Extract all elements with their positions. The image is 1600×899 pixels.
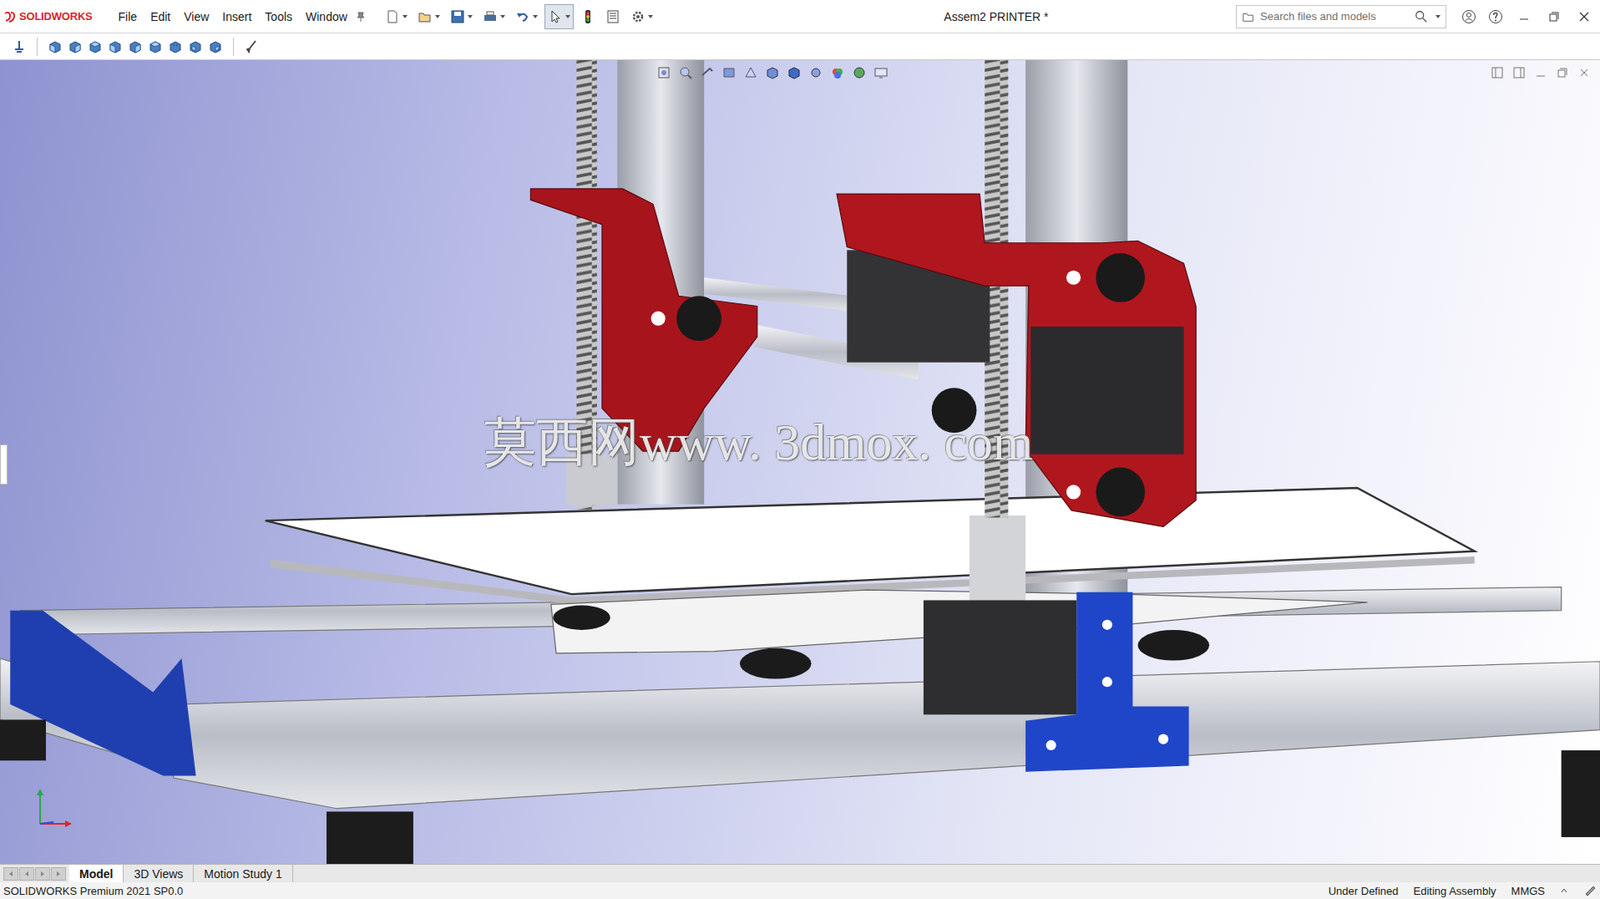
help-icon[interactable] <box>1488 9 1504 25</box>
file-properties-button[interactable] <box>602 4 624 30</box>
open-button[interactable] <box>414 4 444 30</box>
tab-scroll-button[interactable] <box>50 866 66 881</box>
status-item[interactable]: Editing Assembly <box>1413 884 1497 897</box>
arrow-icon[interactable] <box>39 870 46 877</box>
view-orientation-icon[interactable] <box>764 65 780 81</box>
appearance-icon[interactable] <box>830 65 846 81</box>
app-logo: SOLIDWORKS <box>3 10 93 24</box>
arrow-icon[interactable] <box>7 870 15 877</box>
bottom-view-icon[interactable] <box>147 39 163 55</box>
viewport-controls <box>1491 66 1590 79</box>
product-version: SOLIDWORKS Premium 2021 SP0.0 <box>3 884 1329 897</box>
search-placeholder: Search files and models <box>1260 10 1410 23</box>
viewport-minimize-icon[interactable] <box>1534 66 1547 79</box>
title-bar: SOLIDWORKS FileEditViewInsertToolsWindow A… <box>0 0 1600 34</box>
axis-triad-icon <box>30 783 81 834</box>
units-caret-icon[interactable] <box>1559 886 1569 895</box>
status-item[interactable]: Under Defined <box>1328 884 1399 897</box>
menu-item[interactable]: Edit <box>144 6 177 27</box>
folder-search-icon[interactable] <box>1241 10 1256 24</box>
tab-scroll-button[interactable] <box>3 866 19 881</box>
open-folder-icon[interactable] <box>417 9 433 25</box>
menu-item[interactable]: View <box>177 6 215 27</box>
document-title: Assem2 PRINTER * <box>943 10 1049 24</box>
search-field[interactable]: Search files and models <box>1235 5 1447 29</box>
menu-item[interactable]: Insert <box>216 6 258 27</box>
section-view-icon[interactable] <box>721 65 737 81</box>
front-view-icon[interactable] <box>47 39 63 55</box>
new-document-icon[interactable] <box>384 9 400 25</box>
save-button[interactable] <box>446 4 476 30</box>
isometric-view-icon[interactable] <box>167 39 183 55</box>
traffic-light-icon[interactable] <box>580 9 596 25</box>
split-left-icon[interactable] <box>1491 66 1504 79</box>
heads-up-toolbar <box>656 65 889 81</box>
tab-navigation <box>0 864 70 882</box>
save-icon[interactable] <box>450 9 466 25</box>
cursor-icon[interactable] <box>547 9 563 25</box>
menu-item[interactable]: Tools <box>258 6 299 27</box>
minimize-icon[interactable] <box>1514 9 1534 25</box>
brush-icon[interactable] <box>243 39 259 55</box>
undo-icon[interactable] <box>515 9 531 25</box>
top-view-icon[interactable] <box>127 39 143 55</box>
tab[interactable]: Model <box>69 864 124 882</box>
app-name: SOLIDWORKS <box>19 10 93 23</box>
solidworks-window: SOLIDWORKS FileEditViewInsertToolsWindow A… <box>0 0 1600 899</box>
split-right-icon[interactable] <box>1513 66 1525 79</box>
menu-bar: FileEditViewInsertToolsWindow <box>112 6 367 27</box>
previous-view-icon[interactable] <box>699 65 715 81</box>
dynamic-annotation-icon[interactable] <box>743 65 759 81</box>
arrow-icon[interactable] <box>23 870 31 877</box>
hide-show-icon[interactable] <box>808 65 824 81</box>
select-button[interactable] <box>544 4 574 30</box>
menu-item[interactable]: Window <box>299 6 354 27</box>
panel-handle[interactable] <box>0 444 8 485</box>
zoom-area-icon[interactable] <box>678 65 694 81</box>
watermark: 莫西网www. 3dmox. com <box>484 406 1033 477</box>
view-toolbar <box>0 33 1600 61</box>
scene-icon[interactable] <box>851 65 867 81</box>
ds-logo-icon <box>3 10 17 24</box>
viewport-close-icon[interactable] <box>1578 66 1590 79</box>
tab-bar: Model3D ViewsMotion Study 1 <box>0 863 1600 882</box>
title-area: Assem2 PRINTER * <box>659 10 1233 24</box>
window-controls <box>1461 9 1594 25</box>
gear-icon[interactable] <box>630 9 646 25</box>
options-button[interactable] <box>627 4 657 30</box>
tab-scroll-button[interactable] <box>19 866 35 881</box>
close-icon[interactable] <box>1574 9 1594 25</box>
undo-button[interactable] <box>511 4 542 30</box>
tab[interactable]: Motion Study 1 <box>193 864 293 882</box>
print-button[interactable] <box>479 4 509 30</box>
magnifier-icon[interactable] <box>1414 10 1428 24</box>
status-bar: SOLIDWORKS Premium 2021 SP0.0Under Defin… <box>0 881 1600 899</box>
zoom-fit-icon[interactable] <box>656 65 672 81</box>
status-item[interactable]: MMGS <box>1511 884 1545 897</box>
rebuild-status-icon[interactable] <box>1583 883 1597 897</box>
view-settings-icon[interactable] <box>873 65 889 81</box>
user-icon[interactable] <box>1461 9 1477 25</box>
trimetric-view-icon[interactable] <box>187 39 203 55</box>
printer-model[interactable] <box>0 60 1600 864</box>
right-view-icon[interactable] <box>107 39 123 55</box>
display-style-icon[interactable] <box>786 65 802 81</box>
normal-to-icon[interactable] <box>11 39 27 55</box>
standard-toolbar <box>381 4 657 30</box>
back-view-icon[interactable] <box>67 39 83 55</box>
graphics-area[interactable]: 莫西网www. 3dmox. com <box>0 60 1600 864</box>
restore-icon[interactable] <box>1544 9 1564 25</box>
tab-scroll-button[interactable] <box>35 866 51 881</box>
arrow-icon[interactable] <box>55 870 62 877</box>
file-properties-icon[interactable] <box>605 9 621 25</box>
new-button[interactable] <box>381 4 411 30</box>
rebuild-button[interactable] <box>577 4 599 30</box>
pin-icon[interactable] <box>354 10 367 23</box>
menu-item[interactable]: File <box>112 6 144 27</box>
left-view-icon[interactable] <box>87 39 103 55</box>
dimetric-view-icon[interactable] <box>207 39 223 55</box>
viewport-restore-icon[interactable] <box>1556 66 1569 79</box>
print-icon[interactable] <box>482 9 498 25</box>
tab[interactable]: 3D Views <box>123 864 194 882</box>
